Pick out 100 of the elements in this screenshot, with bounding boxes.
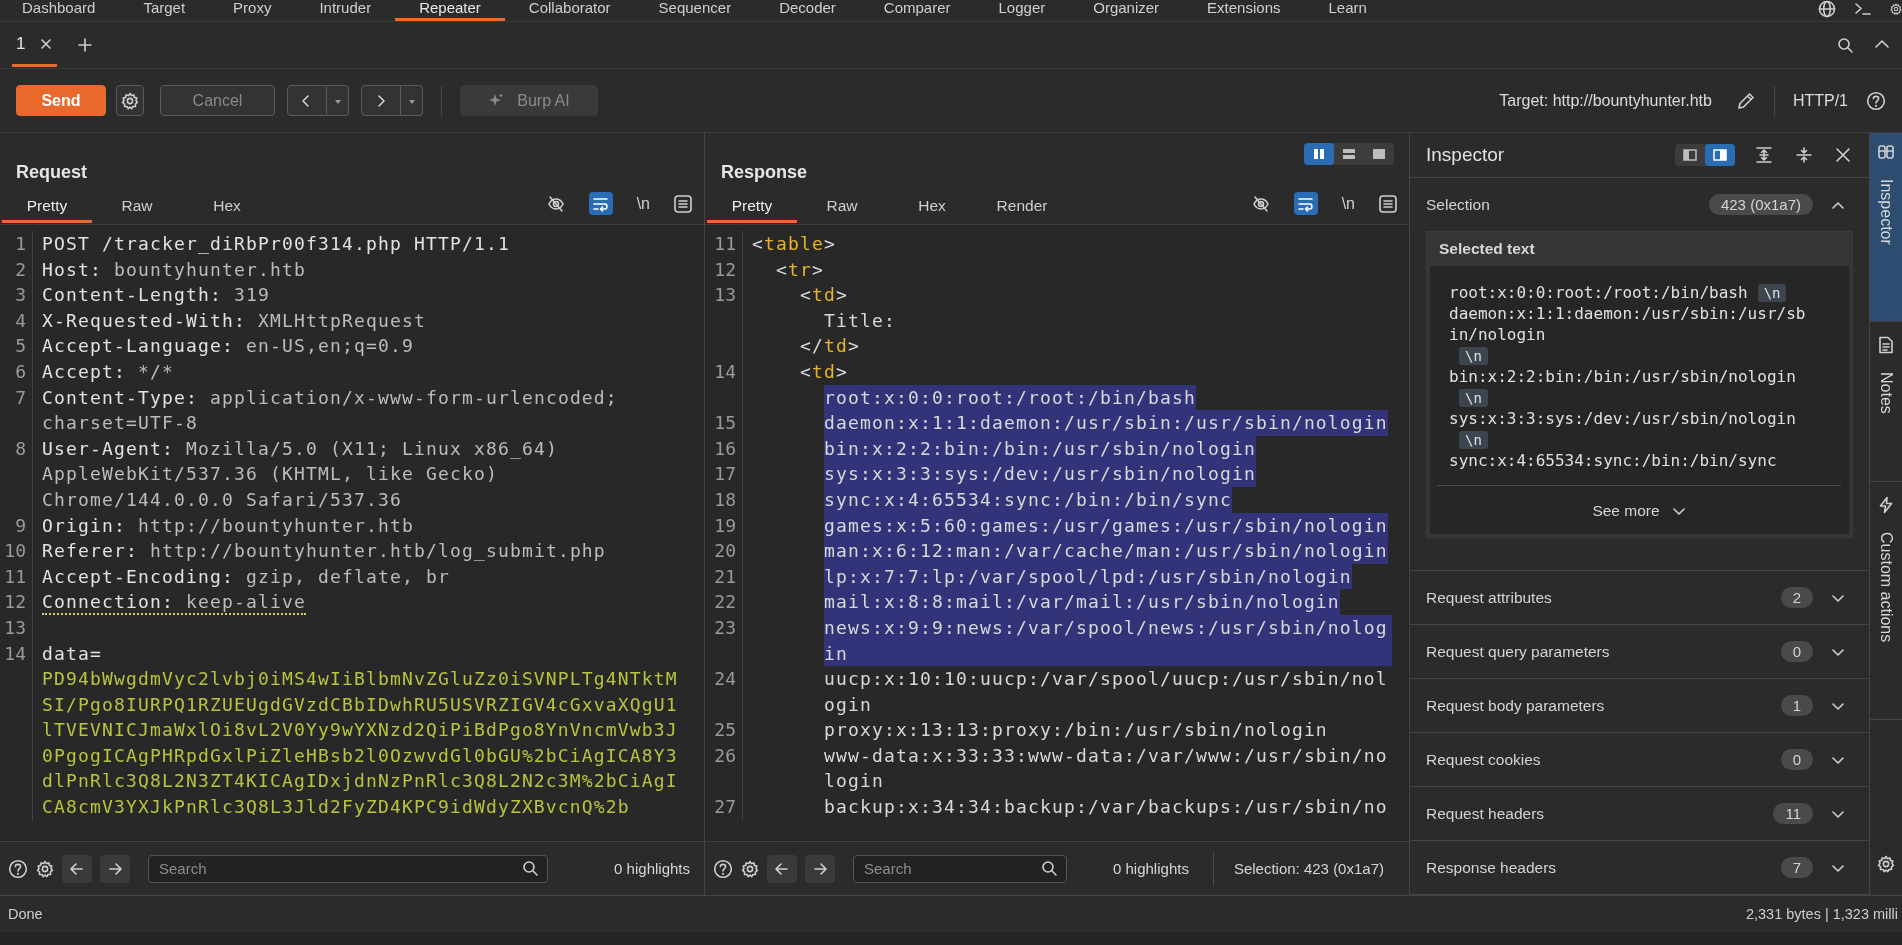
code-line: Title: [824,308,896,333]
view-tab[interactable]: Raw [797,195,887,223]
terminal-icon[interactable] [1854,0,1872,18]
line-number: 7 [0,384,33,436]
nav-tab[interactable]: Dashboard [0,0,120,21]
line-number: 18 [705,486,743,513]
header-line: Accept: */* [42,360,174,382]
collapse-all-icon[interactable] [1795,146,1813,164]
eye-slash-icon[interactable] [546,194,565,213]
header-line: Referer: http://bountyhunter.htb/log_submit.php [42,540,606,562]
code-line: <td> [800,283,848,308]
nav-tab[interactable]: Target [119,0,210,21]
side-tab[interactable]: Inspector [1870,133,1902,322]
close-icon[interactable] [39,36,54,51]
pane-title: Request [16,162,87,183]
status-text: Done [8,906,43,922]
expand-all-icon[interactable] [1755,146,1773,164]
line-number: 8 [0,435,33,513]
nav-tab[interactable]: Proxy [209,0,296,21]
forward-button[interactable] [100,854,130,883]
settings-icon [121,91,139,110]
nav-tab[interactable]: Comparer [859,0,975,21]
nav-tab[interactable]: Sequencer [634,0,756,21]
globe-icon[interactable] [1818,0,1836,18]
nav-tab[interactable]: Logger [974,0,1070,21]
count-badge: 0 [1780,641,1813,662]
newline-toggle[interactable]: \n [1341,194,1355,213]
settings-icon[interactable] [36,859,54,878]
target-label: Target: http://bountyhunter.htb [1499,91,1712,110]
count-badge: 7 [1780,857,1813,878]
help-icon[interactable] [713,858,733,879]
newline-badge: \n [1757,284,1787,302]
line-number: 14 [0,640,33,820]
settings-icon[interactable] [1877,855,1895,873]
settings-icon[interactable] [741,859,759,878]
forward-button[interactable] [361,85,401,116]
back-button[interactable] [62,854,92,883]
view-tab[interactable]: Hex [182,195,272,223]
highlight-count: 0 highlights [1113,860,1190,877]
nav-tab[interactable]: Intruder [295,0,396,21]
lightning-icon [1877,496,1895,514]
selected-text: daemon:x:1:1:daemon:/usr/sbin:/usr/sbin/nologin [1449,303,1807,345]
nav-tab[interactable]: Decoder [755,0,860,21]
view-tab[interactable]: Render [977,195,1067,223]
layout-icon [1311,146,1327,162]
side-tab[interactable]: Custom actions [1870,482,1902,720]
nav-tab[interactable]: Organizer [1069,0,1184,21]
menu-icon[interactable] [1379,194,1397,213]
layout-button[interactable] [1705,144,1735,166]
code-line: backup:x:34:34:backup:/var/backups:/usr/sbin/no [824,795,1388,820]
back-button[interactable] [287,85,327,116]
forward-button[interactable] [805,854,835,883]
count-badge: 11 [1773,803,1813,824]
section-header[interactable]: Request attributes 2 [1410,571,1869,624]
inspector-title: Inspector [1426,144,1505,166]
word-wrap-button[interactable] [1293,192,1318,215]
status-text: 2,331 bytes | 1,323 milli [1745,906,1898,922]
back-button[interactable] [767,854,797,883]
section-header[interactable]: Request query parameters 0 [1410,625,1869,678]
help-icon[interactable] [8,858,28,879]
section-header[interactable]: Request body parameters 1 [1410,679,1869,732]
param-name: data= [42,642,102,664]
menu-icon[interactable] [674,194,692,213]
selected-text: root:x:0:0:root:/root:/bin/bash [824,384,1196,411]
selected-text: root:x:0:0:root:/root:/bin/bash [1449,282,1748,303]
see-more-button[interactable]: See more [1584,498,1694,524]
nav-tab[interactable]: Learn [1304,0,1391,21]
protocol-label[interactable]: HTTP/1 [1792,91,1848,110]
search-icon[interactable] [1837,36,1854,54]
search-field[interactable]: Search [148,854,548,883]
eye-slash-icon[interactable] [1251,194,1270,213]
newline-toggle[interactable]: \n [636,194,650,213]
line-number: 23 [705,614,743,667]
help-icon[interactable] [1866,90,1886,111]
nav-tab[interactable]: Extensions [1183,0,1305,21]
view-tab[interactable]: Hex [887,195,977,223]
nav-tab[interactable]: Collaborator [504,0,635,21]
count-badge: 0 [1780,749,1813,770]
view-tab[interactable]: Raw [92,195,182,223]
selected-text: bin:x:2:2:bin:/bin:/usr/sbin/nologin [1449,366,1796,387]
panel-icon [1877,143,1895,161]
section-header[interactable]: Response headers 7 [1410,841,1869,894]
count-badge: 2 [1780,587,1813,608]
section-header[interactable]: Request cookies 0 [1410,733,1869,786]
nav-tab[interactable]: Repeater [395,0,505,21]
section-header[interactable]: Request headers 11 [1410,787,1869,840]
session-tab[interactable]: 1 [12,23,58,67]
code-line: <tr> [776,257,824,282]
settings-button[interactable] [116,85,144,116]
layout-button[interactable] [1304,143,1334,165]
line-number: 16 [705,435,743,462]
search-field[interactable]: Search [853,854,1067,883]
section-header[interactable]: Selection 423 (0x1a7) [1410,178,1869,231]
code-line: POST /tracker_diRbPr00f314.php HTTP/1.1 [42,233,510,254]
code-line: <table> [752,232,836,256]
side-tab[interactable]: Notes [1870,322,1902,482]
plus-icon[interactable] [77,37,94,53]
pencil-icon[interactable] [1735,90,1756,111]
close-icon[interactable] [1835,147,1851,163]
word-wrap-button[interactable] [588,192,613,215]
